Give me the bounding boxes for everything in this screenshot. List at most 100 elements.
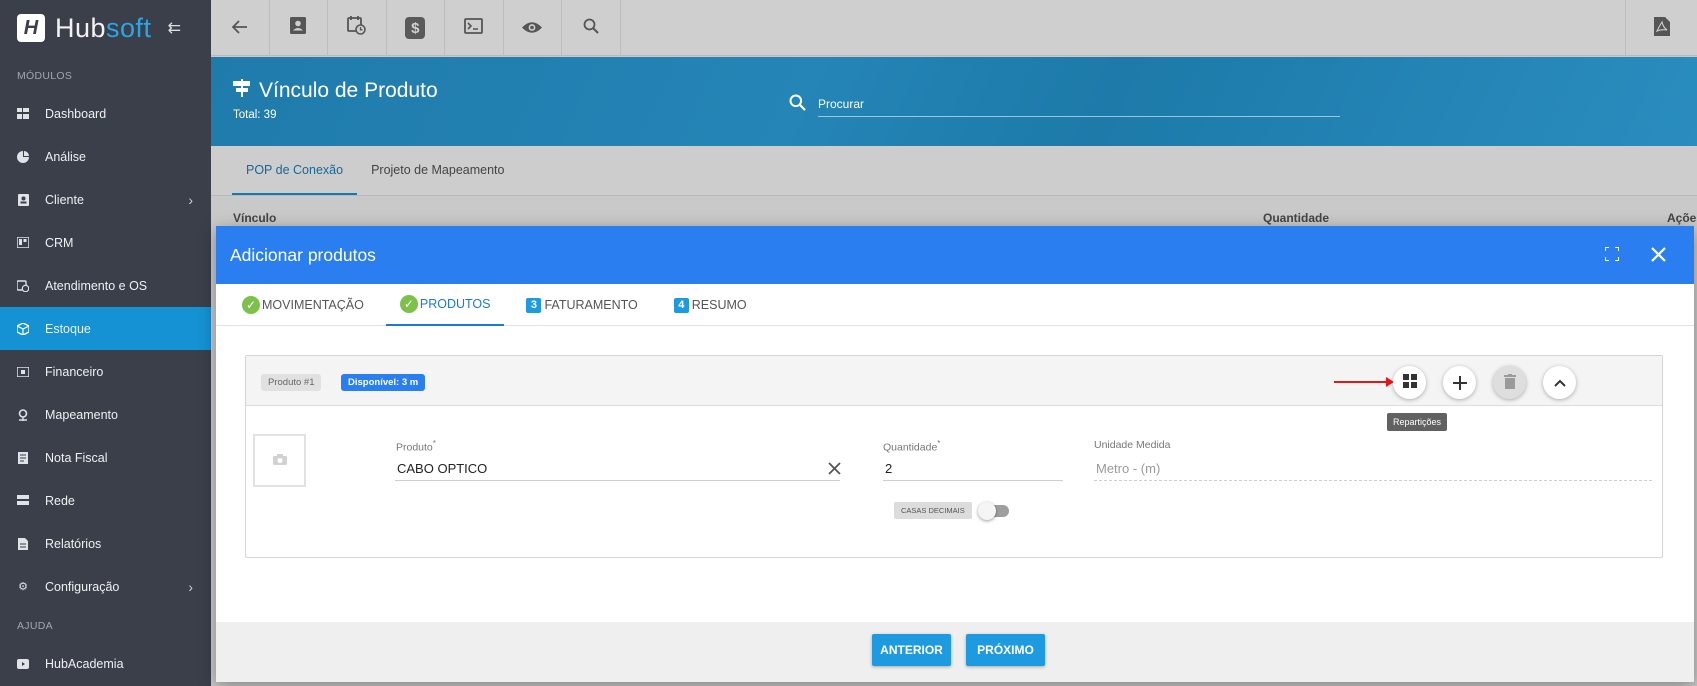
signpost-icon [233, 79, 251, 103]
tab-projeto-mapeamento[interactable]: Projeto de Mapeamento [357, 146, 518, 195]
header-search [789, 91, 1340, 117]
sidebar-section-modules: MÓDULOS [17, 70, 73, 82]
chevron-right-icon: › [188, 578, 193, 595]
top-toolbar: $ [211, 0, 1697, 56]
sidebar-item-mapeamento[interactable]: Mapeamento [0, 393, 211, 436]
sidebar-item-dashboard[interactable]: Dashboard [0, 92, 211, 135]
anterior-button[interactable]: ANTERIOR [872, 634, 951, 666]
page-tabs: POP de Conexão Projeto de Mapeamento [211, 146, 1697, 196]
back-arrow-icon [231, 17, 248, 40]
sidebar-item-cliente[interactable]: Cliente › [0, 178, 211, 221]
product-number-chip: Produto #1 [261, 374, 322, 391]
terminal-button[interactable] [445, 0, 504, 56]
back-button[interactable] [211, 0, 270, 56]
sidebar-item-label: Análise [45, 149, 86, 164]
search-icon [789, 94, 806, 114]
sidebar-item-label: Rede [45, 493, 75, 508]
product-card: Produto #1 Disponível: 3 m Repartições P… [245, 355, 1663, 558]
wizard-steps: ✓ MOVIMENTAÇÃO ✓ PRODUTOS 3 FATURAMENTO … [216, 284, 1694, 326]
step-movimentacao[interactable]: ✓ MOVIMENTAÇÃO [242, 284, 364, 326]
unidade-underline [1094, 480, 1652, 481]
dashboard-icon [17, 108, 29, 120]
fullscreen-icon [1604, 245, 1620, 264]
produto-field[interactable]: CABO OPTICO [397, 461, 487, 476]
step-label: MOVIMENTAÇÃO [262, 298, 364, 312]
sidebar-item-label: Estoque [45, 321, 91, 336]
step-faturamento[interactable]: 3 FATURAMENTO [526, 284, 638, 326]
collapse-icon[interactable]: ⇇ [168, 18, 181, 38]
sidebar-item-crm[interactable]: CRM [0, 221, 211, 264]
step-label: FATURAMENTO [544, 298, 638, 312]
sidebar-item-analise[interactable]: Análise [0, 135, 211, 178]
produto-label-text: Produto [396, 441, 433, 454]
tab-pop-conexao[interactable]: POP de Conexão [232, 146, 358, 195]
sidebar-section-help: AJUDA [17, 620, 53, 632]
contact-button[interactable] [270, 0, 328, 56]
close-button[interactable] [1646, 243, 1670, 267]
quantidade-label: Quantidade* [883, 439, 941, 454]
unidade-field: Metro - (m) [1096, 461, 1161, 476]
brand-name: Hubsoft [55, 13, 152, 44]
quantidade-field[interactable]: 2 [885, 461, 892, 476]
column-vinculo: Vínculo [233, 211, 277, 225]
sidebar-item-label: Configuração [45, 579, 120, 594]
fullscreen-button[interactable] [1600, 243, 1624, 267]
sidebar-item-label: Relatórios [45, 536, 102, 551]
step-label: PRODUTOS [419, 297, 491, 311]
proximo-button[interactable]: PRÓXIMO [966, 634, 1045, 666]
play-icon [17, 658, 29, 670]
available-chip: Disponível: 3 m [341, 374, 426, 391]
sidebar-item-label: Cliente [45, 192, 84, 207]
brand-name-part1: Hub [55, 12, 107, 43]
casas-decimais-toggle[interactable] [978, 502, 1009, 520]
close-icon [1650, 241, 1666, 269]
page-header: Vínculo de Produto Total: 39 [211, 57, 1697, 146]
sidebar-item-relatorios[interactable]: Relatórios [0, 522, 211, 565]
view-button[interactable] [504, 0, 562, 56]
plus-icon [1452, 370, 1467, 396]
page-title-text: Vínculo de Produto [259, 79, 438, 102]
sidebar-item-rede[interactable]: Rede [0, 479, 211, 522]
produto-underline [395, 480, 840, 481]
sidebar-item-financeiro[interactable]: Financeiro [0, 350, 211, 393]
sidebar-item-label: Nota Fiscal [45, 450, 108, 465]
check-circle-icon: ✓ [242, 296, 260, 314]
step-resumo[interactable]: 4 RESUMO [673, 284, 747, 326]
page-title: Vínculo de Produto [233, 79, 438, 103]
search-input[interactable] [818, 91, 1340, 117]
search-button[interactable] [562, 0, 621, 56]
reparticoes-tooltip: Repartições [1387, 413, 1448, 431]
pdf-button[interactable] [1625, 0, 1697, 56]
clear-icon[interactable] [828, 459, 841, 480]
quantidade-underline [883, 480, 1063, 481]
brand-name-part2: soft [106, 12, 152, 43]
sidebar-item-label: HubAcademia [45, 656, 124, 671]
sidebar: H Hubsoft ⇇ MÓDULOS Dashboard Análise Cl… [0, 0, 211, 686]
schedule-button[interactable] [328, 0, 387, 56]
modal-body: Produto #1 Disponível: 3 m Repartições P… [216, 326, 1694, 622]
reparticoes-button[interactable] [1393, 366, 1426, 399]
document-icon [17, 451, 29, 464]
sidebar-item-nota-fiscal[interactable]: Nota Fiscal [0, 436, 211, 479]
collapse-card-button[interactable] [1543, 366, 1576, 399]
sidebar-item-atendimento[interactable]: Atendimento e OS [0, 264, 211, 307]
sidebar-item-hubacademia[interactable]: HubAcademia [0, 642, 211, 685]
sidebar-item-label: Mapeamento [45, 407, 118, 422]
delete-product-button[interactable] [1493, 366, 1526, 399]
step-label: RESUMO [691, 298, 747, 312]
contact-card-icon [290, 16, 307, 40]
sidebar-item-configuracao[interactable]: ⚙ Configuração › [0, 565, 211, 608]
page-total: Total: 39 [233, 109, 277, 121]
finance-button[interactable]: $ [387, 0, 445, 56]
product-photo-placeholder[interactable] [253, 434, 306, 487]
server-icon [17, 495, 29, 507]
sidebar-item-estoque[interactable]: Estoque [0, 307, 211, 350]
chevron-up-icon [1553, 375, 1566, 390]
modal-header: Adicionar produtos [216, 226, 1694, 284]
add-products-modal: Adicionar produtos ✓ MOVIMENTAÇÃO ✓ PROD… [216, 226, 1694, 682]
add-product-button[interactable] [1443, 366, 1476, 399]
brand: H Hubsoft ⇇ [0, 0, 211, 56]
modal-footer: ANTERIOR PRÓXIMO [216, 622, 1694, 682]
step-produtos[interactable]: ✓ PRODUTOS [385, 284, 505, 326]
calendar-clock-icon [17, 279, 29, 292]
